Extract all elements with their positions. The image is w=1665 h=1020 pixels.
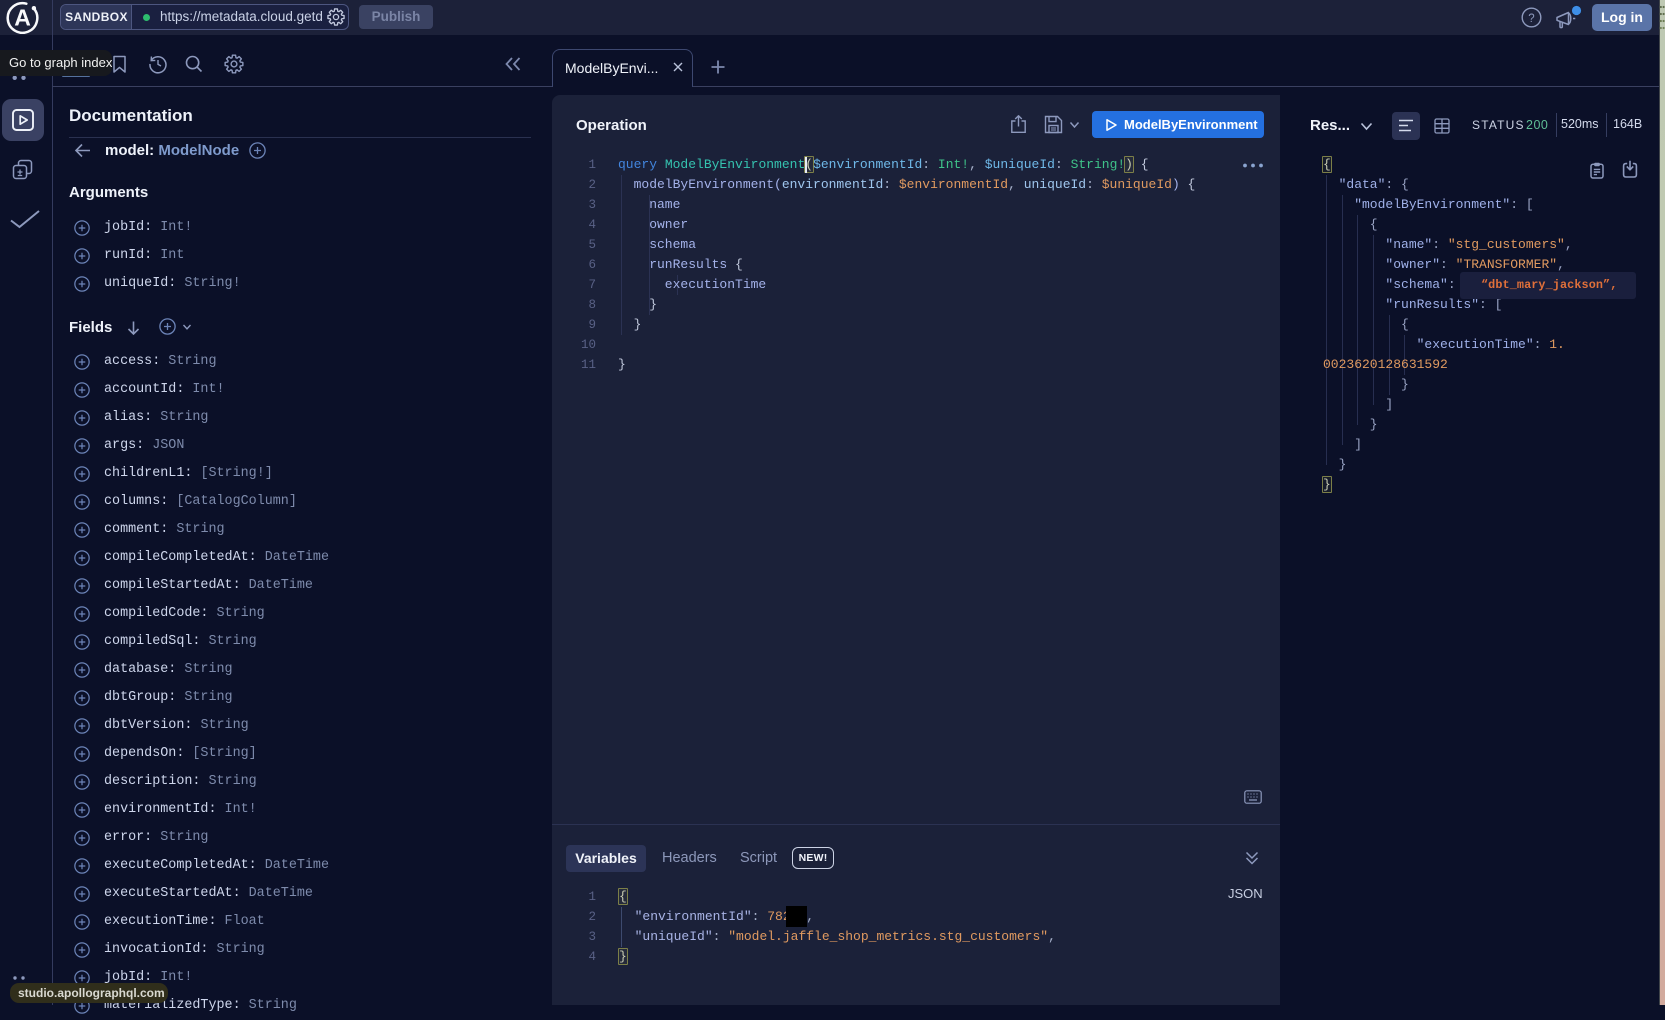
- svg-text:?: ?: [1528, 13, 1534, 25]
- svg-text:A: A: [14, 5, 31, 31]
